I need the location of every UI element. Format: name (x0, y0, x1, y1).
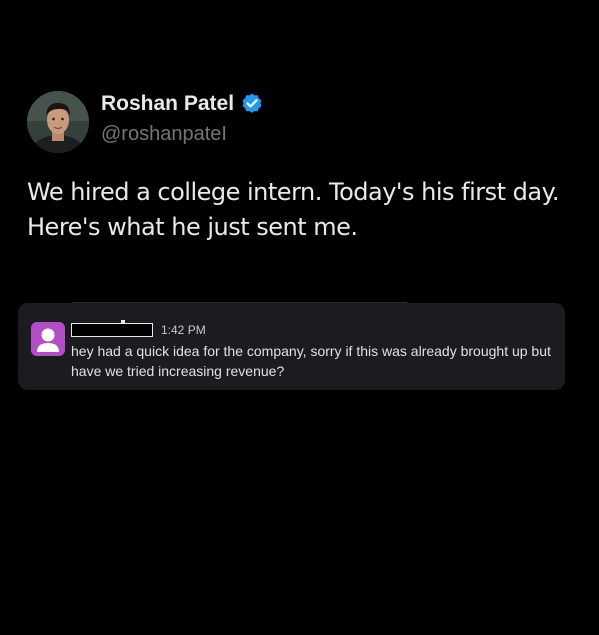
author-handle[interactable]: @roshanpateI (101, 123, 227, 146)
message-text: hey had a quick idea for the company, so… (71, 341, 556, 381)
chat-message-screenshot: 1:42 PM hey had a quick idea for the com… (18, 303, 565, 390)
profile-photo-icon (27, 91, 89, 153)
redacted-sender-name (71, 323, 153, 337)
message-timestamp: 1:42 PM (161, 323, 206, 337)
author-display-name[interactable]: Roshan Patel (101, 92, 234, 116)
author-avatar[interactable] (27, 91, 89, 153)
tweet-text: We hired a college intern. Today's his f… (27, 175, 587, 245)
default-user-icon (31, 322, 65, 356)
tweet-text-line: We hired a college intern. Today's his f… (27, 178, 560, 206)
message-text-line: hey had a quick idea for the company, so… (71, 343, 551, 359)
message-text-line: have we tried increasing revenue? (71, 363, 285, 379)
verified-badge-icon (240, 92, 264, 116)
tweet-text-line: Here's what he just sent me. (27, 213, 358, 241)
author-display-name-row[interactable]: Roshan Patel (101, 92, 264, 116)
